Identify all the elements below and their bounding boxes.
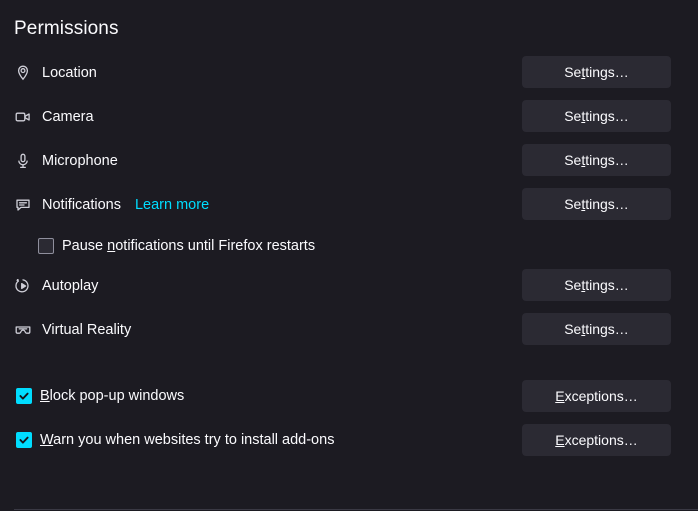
button-text-suffix: xceptions… — [564, 388, 638, 404]
warn-addon-install-checkbox[interactable] — [16, 432, 32, 448]
pause-notifications-label: Pause notifications until Firefox restar… — [62, 237, 315, 255]
warn-addon-install-exceptions-button[interactable]: Exceptions… — [522, 424, 671, 456]
permission-label: Camera — [42, 109, 94, 125]
location-settings-button[interactable]: Settings… — [522, 56, 671, 88]
camera-settings-button[interactable]: Settings… — [522, 100, 671, 132]
notifications-settings-button[interactable]: Settings… — [522, 188, 671, 220]
button-text-prefix: Se — [564, 196, 582, 212]
block-popups-label: Block pop-up windows — [40, 387, 184, 405]
label-text-suffix: otifications until Firefox restarts — [115, 238, 316, 254]
button-accesskey: E — [555, 388, 565, 404]
block-popups-exceptions-button[interactable]: Exceptions… — [522, 380, 671, 412]
label-text-prefix: Pause — [62, 238, 108, 254]
location-pin-icon — [14, 64, 32, 82]
notification-bubble-icon — [14, 196, 32, 214]
block-popups-row[interactable]: Block pop-up windows — [16, 384, 184, 408]
button-text-suffix: tings… — [585, 64, 629, 80]
permission-label: Location — [42, 65, 97, 81]
microphone-settings-button[interactable]: Settings… — [522, 144, 671, 176]
button-text-prefix: Se — [564, 152, 582, 168]
pause-notifications-checkbox[interactable] — [38, 238, 54, 254]
button-text-suffix: xceptions… — [564, 432, 638, 448]
button-text-prefix: Se — [564, 64, 582, 80]
section-divider — [14, 509, 698, 510]
permission-label: Autoplay — [42, 278, 99, 294]
autoplay-settings-button[interactable]: Settings… — [522, 269, 671, 301]
button-text-suffix: tings… — [585, 196, 629, 212]
button-accesskey: E — [555, 432, 565, 448]
warn-addon-install-row[interactable]: Warn you when websites try to install ad… — [16, 428, 334, 452]
label-accesskey: B — [40, 388, 50, 404]
button-text-prefix: Se — [564, 277, 582, 293]
button-text-suffix: tings… — [585, 277, 629, 293]
button-text-suffix: tings… — [585, 108, 629, 124]
label-text-suffix: lock pop-up windows — [49, 388, 185, 404]
button-text-prefix: Se — [564, 321, 582, 337]
notifications-learn-more-link[interactable]: Learn more — [135, 197, 209, 213]
permission-label: Virtual Reality — [42, 322, 132, 338]
camera-icon — [14, 108, 32, 126]
permissions-pane: Permissions Location Settings… Camera Se… — [0, 0, 698, 511]
virtual-reality-icon — [14, 321, 32, 339]
button-text-suffix: tings… — [585, 152, 629, 168]
page-title: Permissions — [14, 18, 119, 39]
microphone-icon — [14, 152, 32, 170]
block-popups-checkbox[interactable] — [16, 388, 32, 404]
autoplay-icon — [14, 277, 32, 295]
permission-label: Microphone — [42, 153, 118, 169]
button-text-prefix: Se — [564, 108, 582, 124]
warn-addon-install-label: Warn you when websites try to install ad… — [40, 431, 334, 449]
label-accesskey: W — [40, 432, 54, 448]
virtual-reality-settings-button[interactable]: Settings… — [522, 313, 671, 345]
pause-notifications-row[interactable]: Pause notifications until Firefox restar… — [38, 234, 315, 258]
label-text-suffix: arn you when websites try to install add… — [53, 432, 335, 448]
permission-label: Notifications — [42, 197, 121, 213]
button-text-suffix: tings… — [585, 321, 629, 337]
